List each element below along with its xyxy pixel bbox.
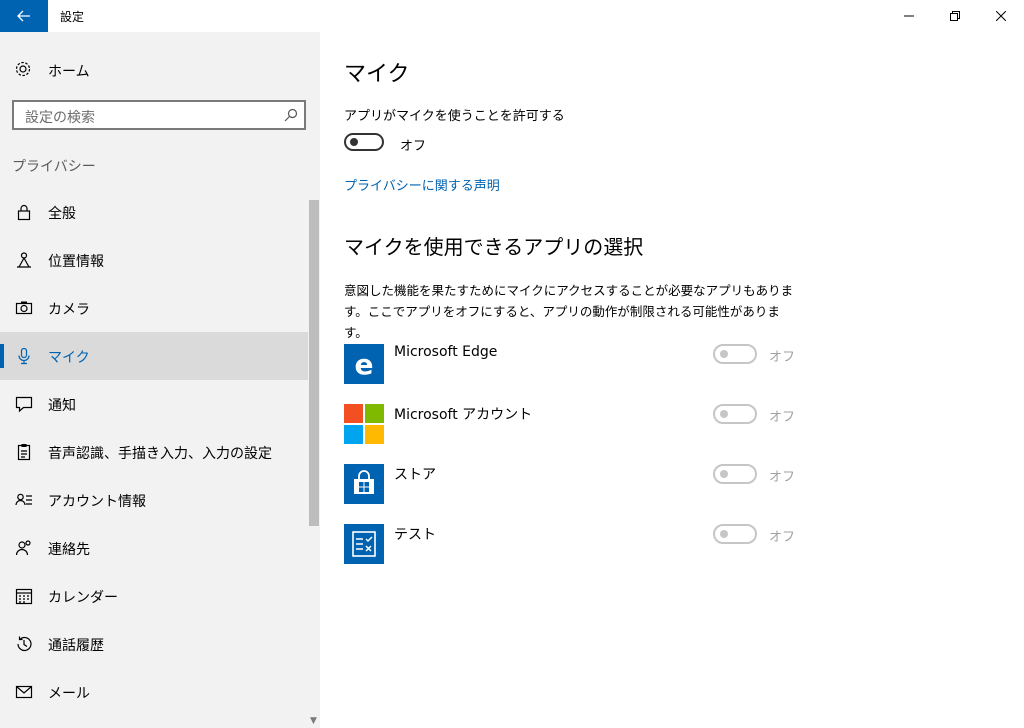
minimize-button[interactable] (886, 0, 932, 32)
sidebar-item-label: 連絡先 (48, 542, 90, 558)
app-state: オフ (769, 470, 796, 485)
apps-description: 意図した機能を果たすためにマイクにアクセスすることが必要なアプリもあります。ここ… (344, 283, 794, 340)
sidebar-item-label: 通話履歴 (48, 638, 104, 654)
edge-icon: e (344, 344, 384, 384)
toggle-knob (350, 138, 358, 146)
sidebar-item-call-history[interactable]: 通話履歴 (0, 620, 308, 668)
app-row-store: ストア オフ (344, 464, 804, 504)
toggle-knob (720, 530, 728, 538)
sidebar-item-label: 通知 (48, 398, 76, 414)
clipboard-icon (17, 444, 31, 461)
title-bar: 設定 (0, 0, 1024, 32)
camera-icon (15, 301, 33, 315)
app-row-microsoft-account: Microsoft アカウント オフ (344, 404, 804, 444)
sidebar-item-microphone[interactable]: マイク (0, 332, 308, 380)
app-name: ストア (394, 467, 436, 483)
restore-icon (950, 11, 960, 21)
home-nav-item[interactable]: ホーム (0, 54, 308, 84)
location-icon (17, 252, 31, 268)
app-name: テスト (394, 527, 436, 543)
sidebar-item-label: カメラ (48, 302, 90, 318)
section-label: プライバシー (12, 159, 96, 175)
app-state: オフ (769, 410, 796, 425)
app-row-test: テスト オフ (344, 524, 804, 564)
selection-indicator (0, 344, 4, 368)
search-placeholder: 設定の検索 (25, 110, 95, 126)
history-icon (17, 636, 32, 652)
main-content: マイク アプリがマイクを使うことを許可する オフ プライバシーに関する声明 マイ… (320, 32, 1024, 728)
page-title: マイク (344, 62, 410, 87)
calendar-icon (15, 588, 33, 605)
sidebar-item-location[interactable]: 位置情報 (0, 236, 308, 284)
sidebar-item-label: 全般 (48, 206, 76, 222)
svg-text:e: e (355, 348, 374, 381)
sidebar-item-label: カレンダー (48, 590, 118, 606)
app-toggle-test[interactable] (713, 524, 757, 544)
sidebar-item-label: 音声認識、手描き入力、入力の設定 (48, 446, 272, 462)
app-row-edge: e Microsoft Edge オフ (344, 344, 804, 384)
app-state: オフ (769, 350, 796, 365)
microphone-icon (18, 347, 30, 365)
app-name: Microsoft Edge (394, 344, 498, 360)
app-toggle-store[interactable] (713, 464, 757, 484)
gear-icon (15, 61, 31, 77)
sidebar: ホーム 設定の検索 プライバシー 全般 位置情報 カメラ マイク 通知 音声認識… (0, 32, 320, 728)
app-state: オフ (769, 530, 796, 545)
notification-icon (15, 396, 33, 413)
sidebar-item-contacts[interactable]: 連絡先 (0, 524, 308, 572)
sidebar-item-notifications[interactable]: 通知 (0, 380, 308, 428)
app-name: Microsoft アカウント (394, 407, 533, 423)
contacts-icon (15, 540, 31, 556)
sidebar-item-mail[interactable]: メール (0, 668, 308, 716)
sidebar-item-general[interactable]: 全般 (0, 188, 308, 236)
privacy-statement-link[interactable]: プライバシーに関する声明 (344, 175, 500, 194)
minimize-icon (904, 15, 914, 17)
lock-icon (17, 204, 31, 221)
search-icon[interactable] (284, 108, 298, 122)
toggle-knob (720, 350, 728, 358)
search-input[interactable]: 設定の検索 (12, 100, 306, 130)
app-toggle-microsoft-account[interactable] (713, 404, 757, 424)
allow-microphone-toggle[interactable] (344, 133, 384, 151)
sidebar-item-speech-inking[interactable]: 音声認識、手描き入力、入力の設定 (0, 428, 308, 476)
toggle-knob (720, 470, 728, 478)
sidebar-item-account-info[interactable]: アカウント情報 (0, 476, 308, 524)
privacy-nav-list: 全般 位置情報 カメラ マイク 通知 音声認識、手描き入力、入力の設定 アカウン… (0, 188, 308, 716)
sidebar-item-label: 位置情報 (48, 254, 104, 270)
apps-section-heading: マイクを使用できるアプリの選択 (344, 235, 644, 259)
restore-button[interactable] (932, 0, 978, 32)
allow-microphone-state: オフ (400, 139, 427, 154)
back-button[interactable] (0, 0, 48, 32)
scroll-down-arrow-icon[interactable]: ▼ (310, 716, 317, 726)
home-label: ホーム (48, 64, 90, 80)
mail-icon (15, 685, 33, 699)
allow-microphone-label: アプリがマイクを使うことを許可する (344, 109, 565, 124)
toggle-knob (720, 410, 728, 418)
test-app-icon (344, 524, 384, 564)
close-button[interactable] (978, 0, 1024, 32)
app-toggle-edge[interactable] (713, 344, 757, 364)
sidebar-item-label: マイク (48, 350, 90, 366)
account-info-icon (15, 493, 32, 506)
sidebar-item-label: アカウント情報 (48, 494, 146, 510)
sidebar-item-calendar[interactable]: カレンダー (0, 572, 308, 620)
close-icon (996, 11, 1006, 21)
sidebar-item-camera[interactable]: カメラ (0, 284, 308, 332)
sidebar-scrollbar-thumb[interactable] (309, 200, 319, 526)
back-arrow-icon (17, 10, 30, 22)
window-title: 設定 (60, 10, 85, 24)
microsoft-logo-icon (344, 404, 384, 444)
store-icon (344, 464, 384, 504)
sidebar-item-label: メール (48, 686, 90, 702)
